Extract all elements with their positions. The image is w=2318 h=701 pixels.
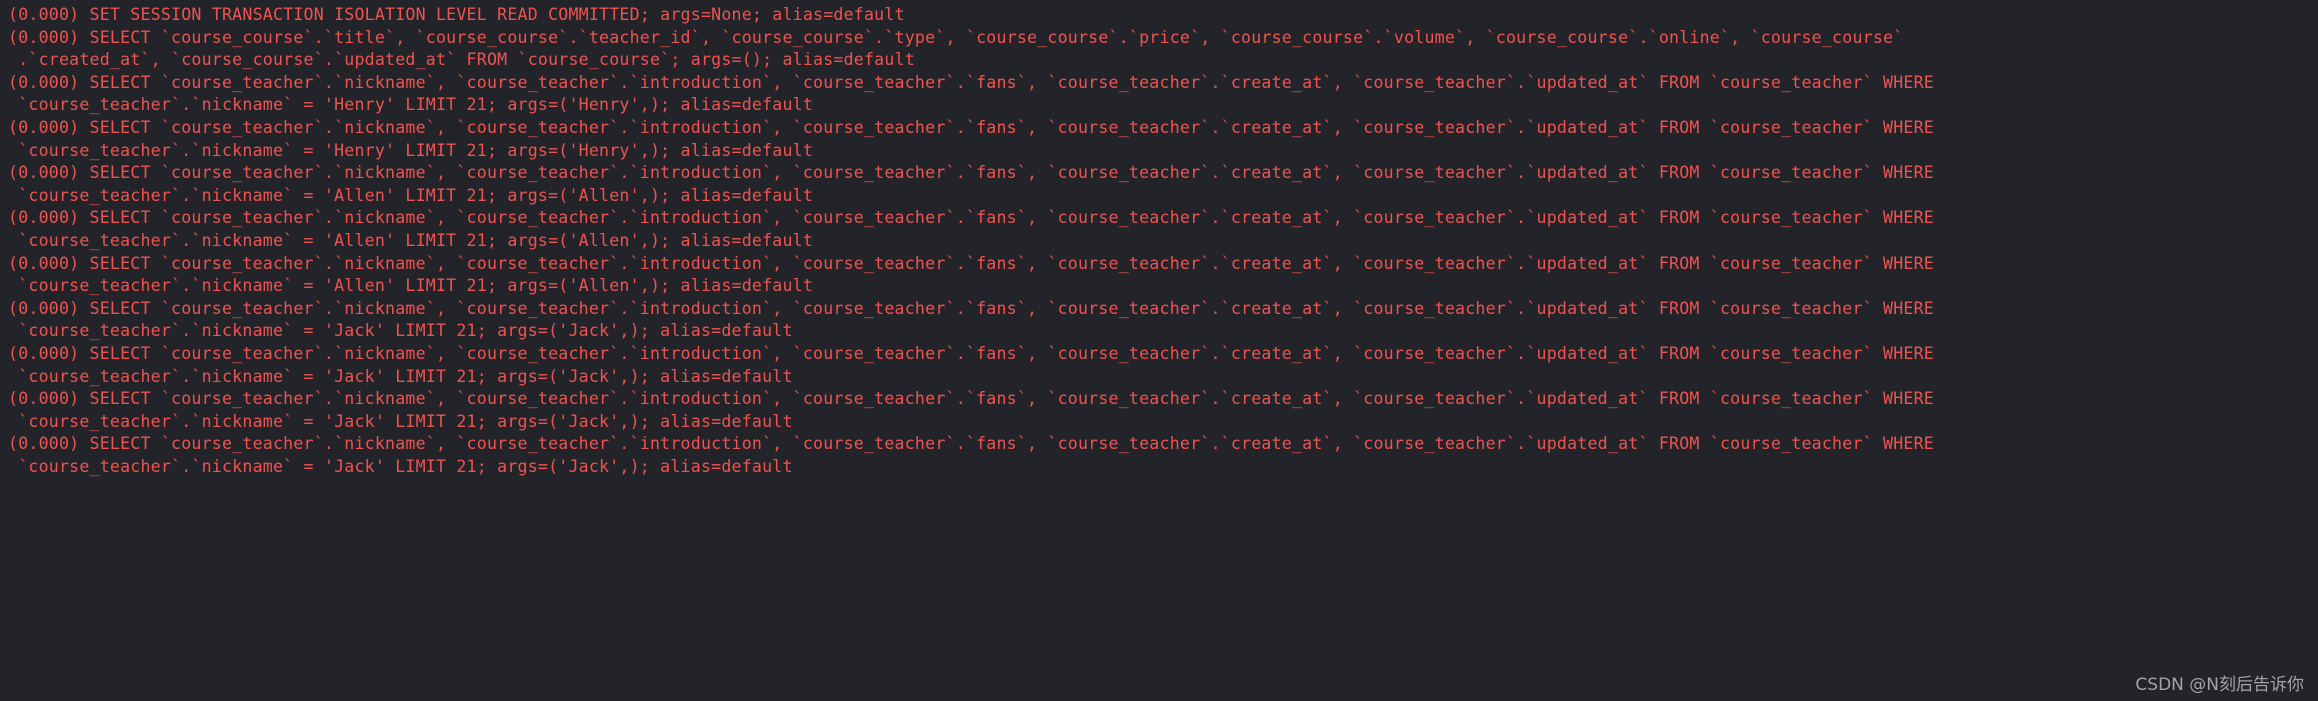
log-line: (0.000) SELECT `course_course`.`title`, … [8,27,1904,47]
log-line-continuation: `course_teacher`.`nickname` = 'Allen' LI… [8,230,814,250]
log-line: (0.000) SELECT `course_teacher`.`nicknam… [8,434,1934,454]
log-line: (0.000) SELECT `course_teacher`.`nicknam… [8,389,1934,409]
log-line-continuation: `course_teacher`.`nickname` = 'Jack' LIM… [8,321,793,341]
log-line: (0.000) SELECT `course_teacher`.`nicknam… [8,298,1934,318]
log-line: (0.000) SET SESSION TRANSACTION ISOLATIO… [8,5,905,24]
csdn-watermark: CSDN @N刻后告诉你 [2135,675,2304,695]
log-line-continuation: `course_teacher`.`nickname` = 'Jack' LIM… [8,411,793,431]
sql-debug-log-console: (0.000) SET SESSION TRANSACTION ISOLATIO… [0,0,2318,701]
log-line: (0.000) SELECT `course_teacher`.`nicknam… [8,343,1934,363]
log-line: (0.000) SELECT `course_teacher`.`nicknam… [8,117,1934,137]
log-line: (0.000) SELECT `course_teacher`.`nicknam… [8,163,1934,183]
log-line-continuation: `course_teacher`.`nickname` = 'Allen' LI… [8,276,814,296]
log-line: (0.000) SELECT `course_teacher`.`nicknam… [8,208,1934,228]
log-line-continuation: `course_teacher`.`nickname` = 'Jack' LIM… [8,456,793,476]
log-line: (0.000) SELECT `course_teacher`.`nicknam… [8,72,1934,92]
log-line-continuation: `course_teacher`.`nickname` = 'Allen' LI… [8,185,814,205]
log-line-continuation: .`created_at`, `course_course`.`updated_… [8,50,915,70]
log-line-continuation: `course_teacher`.`nickname` = 'Henry' LI… [8,140,814,160]
log-line-list: (0.000) SET SESSION TRANSACTION ISOLATIO… [0,0,2318,478]
log-line: (0.000) SELECT `course_teacher`.`nicknam… [8,253,1934,273]
log-line-continuation: `course_teacher`.`nickname` = 'Jack' LIM… [8,366,793,386]
log-line-continuation: `course_teacher`.`nickname` = 'Henry' LI… [8,95,814,115]
